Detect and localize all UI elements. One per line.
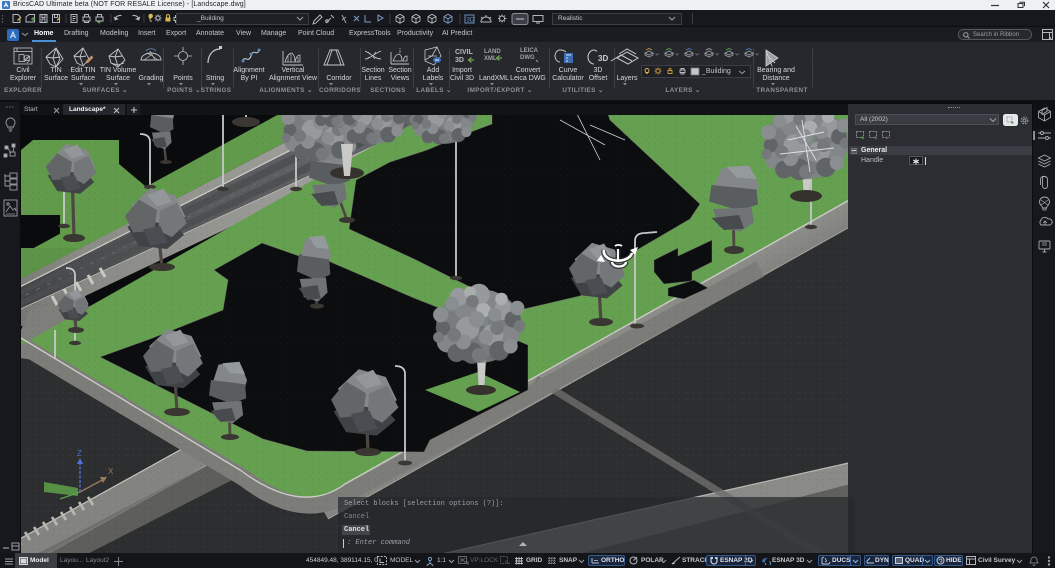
- svg-text:3D: 3D: [455, 57, 464, 64]
- svg-text:LAND: LAND: [484, 49, 501, 55]
- svg-text:Z: Z: [77, 449, 82, 458]
- svg-text:DWG: DWG: [520, 55, 535, 61]
- svg-text:XML: XML: [484, 56, 497, 62]
- svg-text:X: X: [108, 467, 114, 476]
- svg-text:CIVIL: CIVIL: [455, 49, 474, 56]
- svg-text:LEICA: LEICA: [520, 48, 539, 54]
- svg-text:3D: 3D: [598, 54, 608, 63]
- svg-text:3D: 3D: [467, 18, 475, 24]
